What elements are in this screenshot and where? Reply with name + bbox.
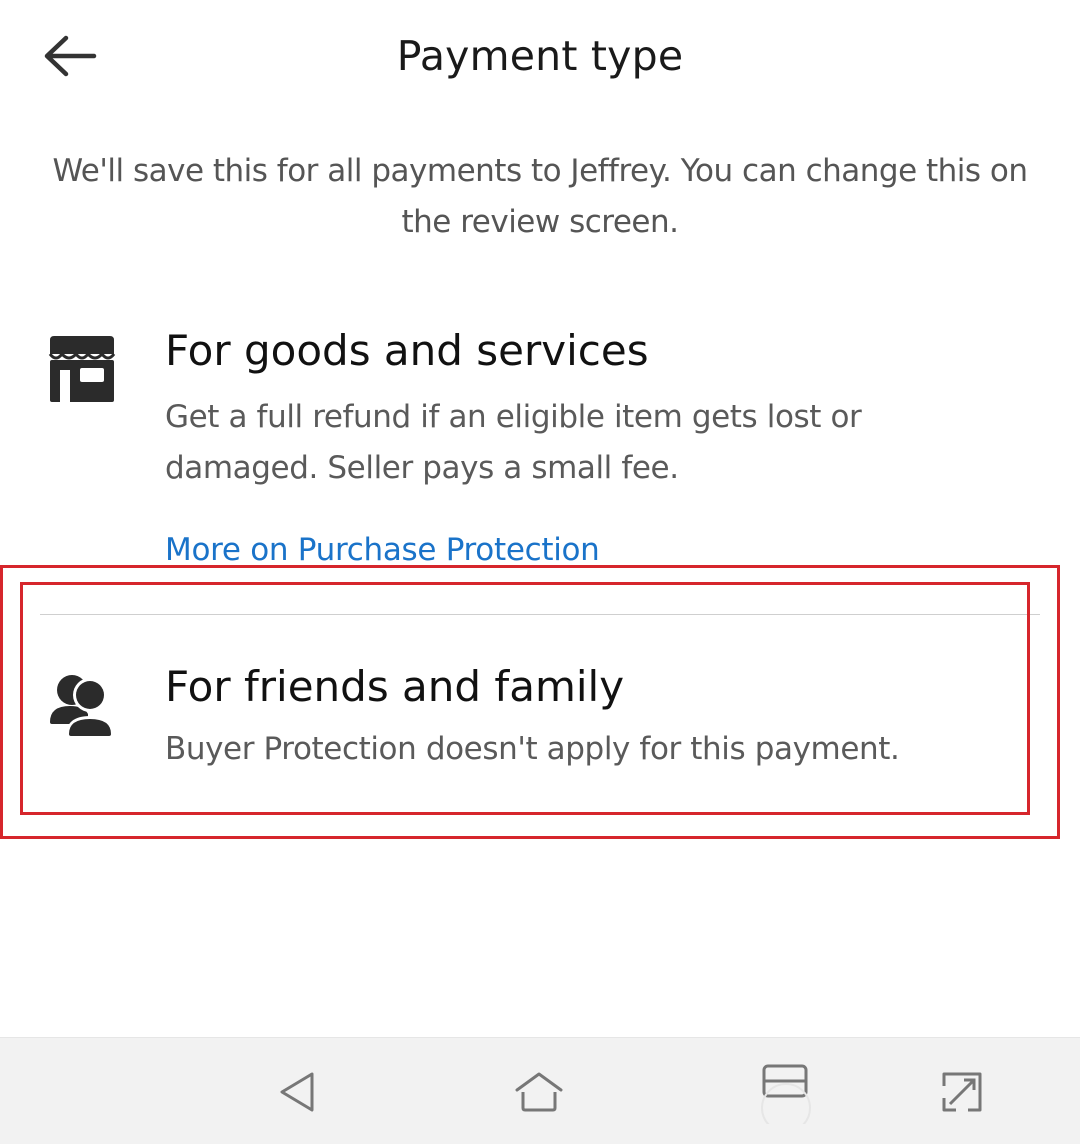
option-friends-and-family[interactable]: For friends and family Buyer Protection …	[0, 640, 1080, 800]
system-home-button[interactable]	[507, 1060, 571, 1124]
system-nav-bar	[0, 1037, 1080, 1144]
divider	[40, 614, 1040, 615]
system-back-button[interactable]	[265, 1060, 329, 1124]
option-title: For goods and services	[165, 326, 649, 375]
option-description: Buyer Protection doesn't apply for this …	[165, 731, 900, 767]
system-recents-button[interactable]	[754, 1060, 818, 1124]
back-triangle-icon	[280, 1072, 314, 1112]
expand-icon	[942, 1072, 982, 1112]
purchase-protection-link[interactable]: More on Purchase Protection	[165, 532, 600, 568]
people-icon	[50, 675, 114, 736]
system-expand-button[interactable]	[930, 1060, 994, 1124]
home-icon	[515, 1072, 563, 1112]
intro-text: We'll save this for all payments to Jeff…	[52, 153, 1028, 240]
recents-icon	[761, 1064, 811, 1124]
page-title: Payment type	[396, 32, 684, 80]
option-description: Get a full refund if an eligible item ge…	[165, 399, 862, 486]
payment-type-screen: Payment type We'll save this for all pay…	[0, 0, 1080, 1144]
storefront-icon	[48, 336, 116, 402]
option-title: For friends and family	[165, 662, 625, 711]
